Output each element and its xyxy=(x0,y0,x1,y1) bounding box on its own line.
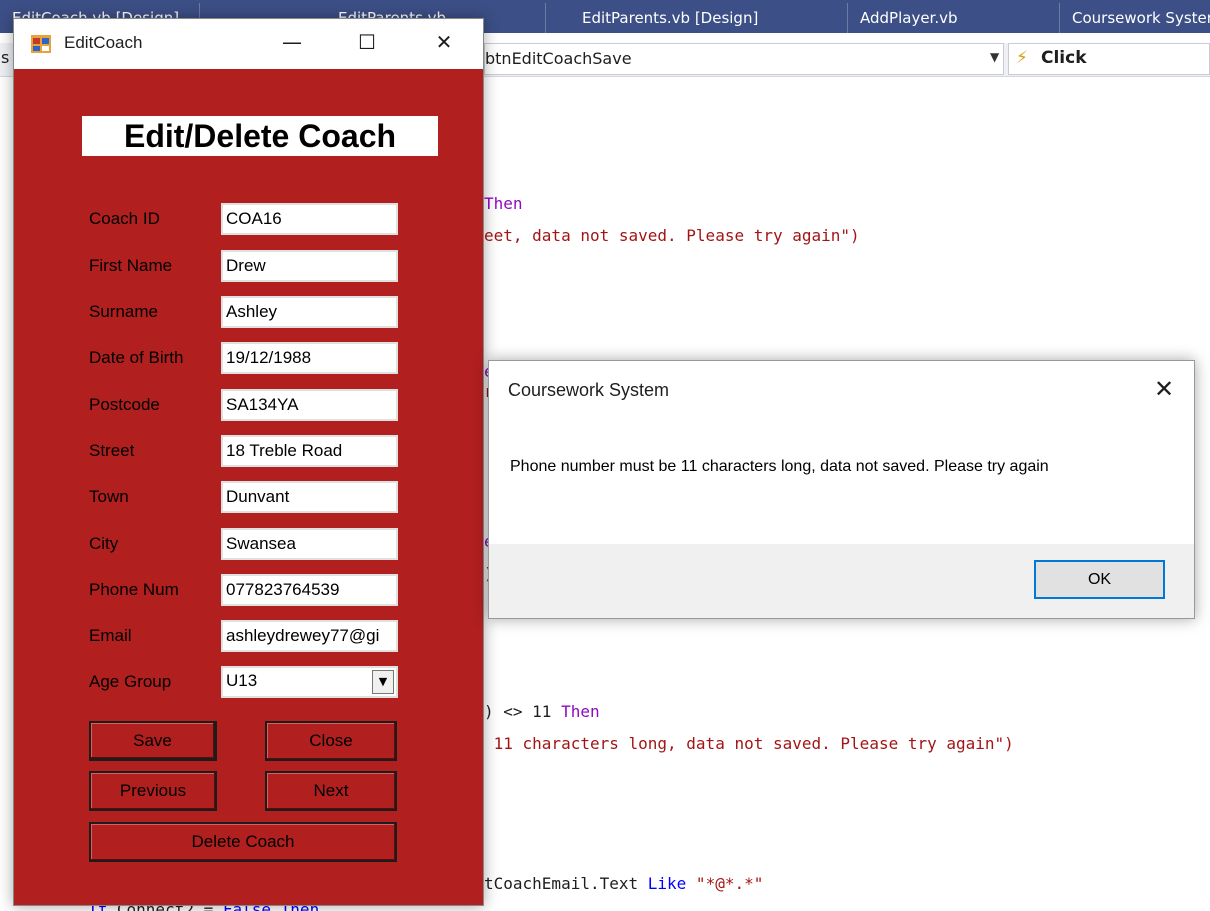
field-label: Street xyxy=(89,441,135,460)
close-button[interactable]: Close xyxy=(265,721,397,761)
dialog-footer: OK xyxy=(489,544,1194,618)
code-text: tCoachEmail.Text xyxy=(484,874,648,893)
code-text: ) <> 11 xyxy=(484,702,562,721)
age-group-select[interactable]: U13 ▼ xyxy=(221,666,398,698)
dialog-title: Coursework System xyxy=(508,380,670,400)
field-label: Email xyxy=(89,626,132,645)
field-label: Date of Birth xyxy=(89,348,184,367)
save-button[interactable]: Save xyxy=(89,721,217,761)
field-label: Postcode xyxy=(89,395,160,414)
town-field[interactable]: Dunvant xyxy=(221,481,398,513)
window-title: EditCoach xyxy=(64,33,143,52)
field-label: Coach ID xyxy=(89,209,160,228)
code-string: "*@*.*" xyxy=(686,874,764,893)
phone-number-field[interactable]: 077823764539 xyxy=(221,574,398,606)
age-group-value: U13 xyxy=(226,671,258,690)
code-keyword: Then xyxy=(484,194,523,213)
lightning-bolt-icon: ⚡ xyxy=(1016,48,1028,68)
first-name-field[interactable]: Drew xyxy=(221,250,398,282)
minimize-button[interactable]: — xyxy=(257,19,327,69)
app-form-icon xyxy=(31,35,51,53)
ok-button[interactable]: OK xyxy=(1034,560,1165,599)
postcode-field[interactable]: SA134YA xyxy=(221,389,398,421)
method-dropdown-value: btnEditCoachSave xyxy=(485,49,632,68)
close-window-button[interactable]: ✕ xyxy=(409,19,479,69)
chevron-down-icon[interactable]: ▼ xyxy=(372,670,394,694)
window-titlebar[interactable]: EditCoach — ☐ ✕ xyxy=(14,19,483,69)
city-field[interactable]: Swansea xyxy=(221,528,398,560)
coach-id-field[interactable]: COA16 xyxy=(221,203,398,235)
maximize-button[interactable]: ☐ xyxy=(332,19,402,69)
class-dropdown-fragment[interactable]: s xyxy=(1,48,9,67)
field-label: Age Group xyxy=(89,672,172,691)
code-keyword: Like xyxy=(647,874,687,893)
field-label: Phone Num xyxy=(89,580,179,599)
date-of-birth-field[interactable]: 19/12/1988 xyxy=(221,342,398,374)
chevron-down-icon[interactable]: ▼ xyxy=(990,50,999,64)
field-label: Town xyxy=(89,487,129,506)
email-field[interactable]: ashleydrewey77@gi xyxy=(221,620,398,652)
previous-button[interactable]: Previous xyxy=(89,771,217,811)
ide-tab[interactable]: AddPlayer.vb xyxy=(848,3,1060,33)
code-string: eet, data not saved. Please try again") xyxy=(484,226,860,245)
message-box-dialog: Coursework System ✕ Phone number must be… xyxy=(488,360,1195,619)
event-dropdown[interactable]: ⚡ Click xyxy=(1008,43,1210,75)
code-line: ) <> 11 Then xyxy=(484,702,600,721)
code-string: 11 characters long, data not saved. Plea… xyxy=(484,734,1014,753)
surname-field[interactable]: Ashley xyxy=(221,296,398,328)
code-keyword: Then xyxy=(561,702,600,721)
method-dropdown[interactable]: btnEditCoachSave xyxy=(484,43,1004,75)
code-line: tCoachEmail.Text Like "*@*.*" xyxy=(484,874,763,893)
ide-tab[interactable]: EditParents.vb [Design] xyxy=(570,3,848,33)
field-label: Surname xyxy=(89,302,158,321)
ide-tab[interactable]: Coursework System xyxy=(1060,3,1210,33)
close-icon[interactable]: ✕ xyxy=(1144,371,1184,407)
event-dropdown-value: Click xyxy=(1041,48,1087,68)
delete-coach-button[interactable]: Delete Coach xyxy=(89,822,397,862)
field-label: First Name xyxy=(89,256,173,275)
page-title: Edit/Delete Coach xyxy=(82,116,438,156)
street-field[interactable]: 18 Treble Road xyxy=(221,435,398,467)
dialog-message: Phone number must be 11 characters long,… xyxy=(510,458,1049,475)
next-button[interactable]: Next xyxy=(265,771,397,811)
edit-coach-window: EditCoach — ☐ ✕ Edit/Delete Coach Coach … xyxy=(13,18,484,906)
field-label: City xyxy=(89,534,119,553)
